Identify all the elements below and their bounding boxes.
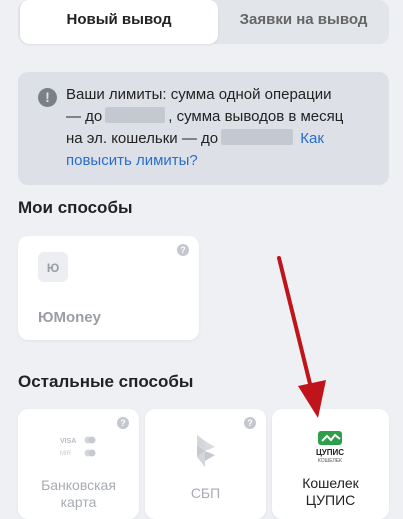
limits-text: Ваши лимиты: сумма одной операции — до , … xyxy=(66,84,378,172)
label-line2: ЦУПИС xyxy=(305,492,356,508)
increase-limits-link[interactable]: Как xyxy=(300,130,324,147)
info-icon: ! xyxy=(38,88,57,107)
method-label-sbp: СБП xyxy=(190,485,221,501)
limits-line2-suffix: , сумма выводов в месяц xyxy=(168,108,344,125)
hidden-amount-monthly xyxy=(221,129,294,145)
other-methods-title: Остальные способы xyxy=(18,372,194,391)
svg-text:КОШЕЛЕК: КОШЕЛЕК xyxy=(318,458,342,464)
method-card-yumoney[interactable]: ? Ю ЮMoney xyxy=(18,236,199,340)
svg-text:VISA: VISA xyxy=(60,438,76,445)
limits-line1: Ваши лимиты: сумма одной операции xyxy=(66,86,332,103)
method-label-bank-card: Банковская карта xyxy=(18,477,139,511)
tab-withdrawal-requests[interactable]: Заявки на вывод xyxy=(218,0,389,44)
method-card-cupis[interactable]: ЦУПИС КОШЕЛЕК Кошелек ЦУПИС xyxy=(272,409,389,519)
method-label-cupis: Кошелек ЦУПИС xyxy=(272,475,389,509)
help-icon[interactable]: ? xyxy=(177,244,189,256)
svg-text:ЦУПИС: ЦУПИС xyxy=(316,448,344,457)
label-line1: Банковская xyxy=(41,477,116,493)
label-line1: Кошелек xyxy=(302,475,359,491)
svg-text:Ю: Ю xyxy=(47,261,59,275)
help-icon[interactable]: ? xyxy=(244,417,256,429)
method-label-yumoney: ЮMoney xyxy=(38,309,101,326)
tab-switcher: Новый вывод Заявки на вывод xyxy=(18,0,389,44)
limits-line3-prefix: на эл. кошельки — до xyxy=(66,130,219,147)
limits-info-box: ! Ваши лимиты: сумма одной операции — до… xyxy=(18,72,389,185)
method-card-sbp[interactable]: ? СБП xyxy=(145,409,266,519)
visa-mir-cards-icon: VISA MIR xyxy=(60,435,104,459)
label-line2: карта xyxy=(60,494,97,510)
yumoney-logo-icon: Ю xyxy=(38,252,68,282)
cupis-logo-icon: ЦУПИС КОШЕЛЕК xyxy=(314,429,348,465)
increase-limits-link-cont[interactable]: повысить лимиты? xyxy=(66,152,198,169)
limits-line2-prefix: — до xyxy=(66,108,103,125)
method-card-bank-card[interactable]: ? VISA MIR Банковская карта xyxy=(18,409,139,519)
sbp-icon xyxy=(193,433,219,469)
help-icon[interactable]: ? xyxy=(117,417,129,429)
my-methods-title: Мои способы xyxy=(18,198,133,217)
tab-new-withdrawal[interactable]: Новый вывод xyxy=(20,0,218,44)
hidden-amount-single xyxy=(105,107,166,123)
svg-text:MIR: MIR xyxy=(60,451,72,457)
